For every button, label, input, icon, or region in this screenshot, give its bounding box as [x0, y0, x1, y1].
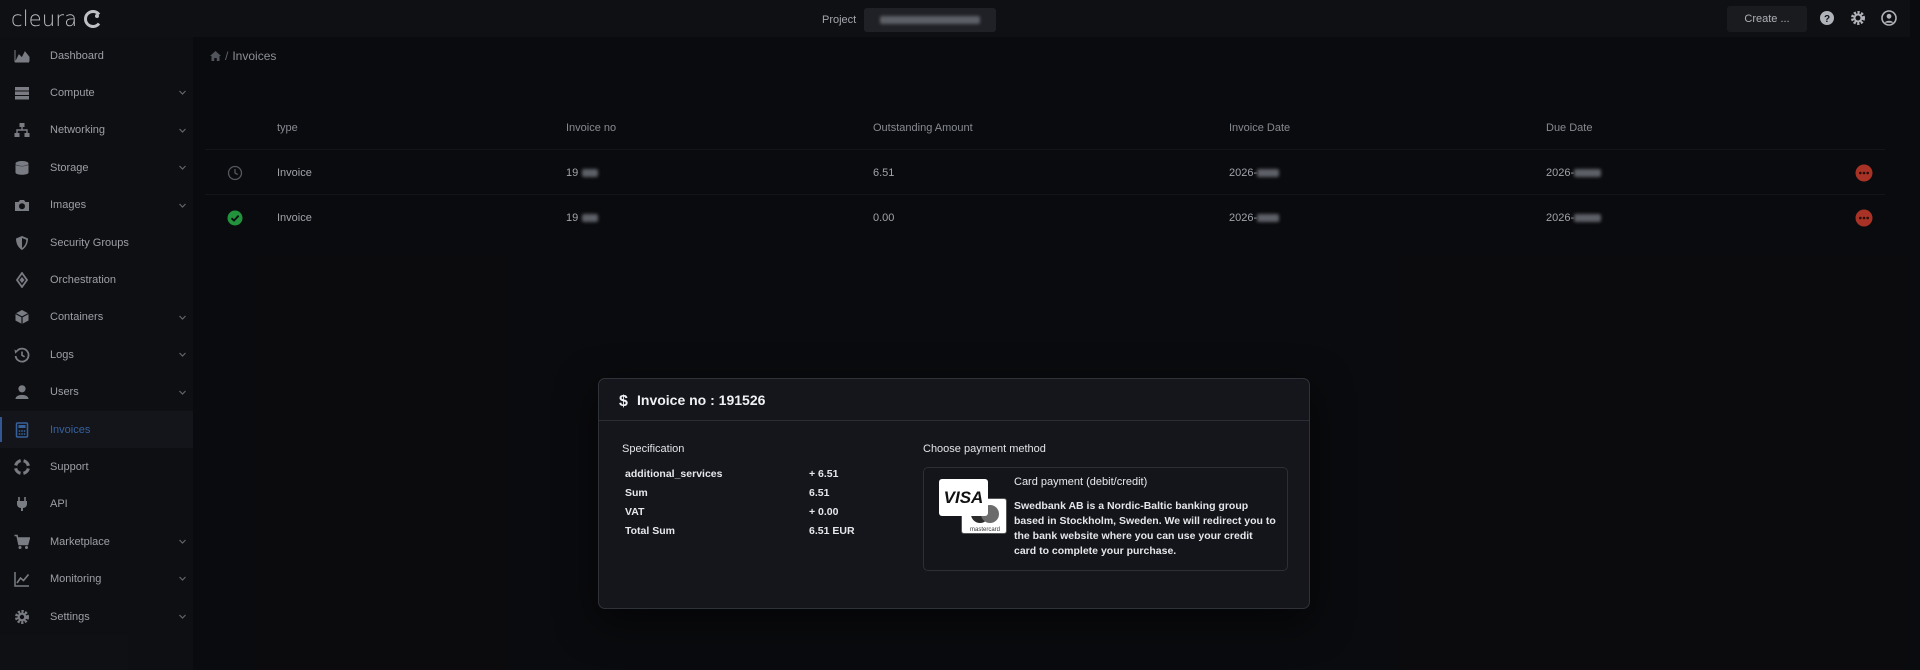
mastercard-text: mastercard: [970, 527, 1000, 533]
spec-key: additional_services: [625, 467, 723, 480]
card-payment-description: Swedbank AB is a Nordic-Baltic banking g…: [1014, 500, 1276, 557]
card-payment-title: Card payment (debit/credit): [1014, 476, 1148, 488]
modal-header: $ Invoice no : 191526: [599, 379, 1309, 421]
spec-row: Total Sum 6.51 EUR: [625, 521, 885, 540]
payment-method-title: Choose payment method: [923, 443, 1046, 455]
app-root: cleura Project Create ... ? Dashboard Co…: [0, 0, 1920, 670]
spec-value: 6.51 EUR: [809, 524, 855, 537]
spec-row: Sum 6.51: [625, 483, 885, 502]
svg-text:$: $: [619, 393, 628, 408]
visa-logo: VISA: [939, 479, 988, 516]
modal-title: Invoice no : 191526: [637, 391, 766, 408]
spec-key: Sum: [625, 486, 648, 499]
spec-key: VAT: [625, 505, 645, 518]
spec-row: additional_services + 6.51: [625, 464, 885, 483]
spec-key: Total Sum: [625, 524, 675, 537]
specification-title: Specification: [622, 443, 685, 455]
dollar-icon: $: [619, 393, 628, 408]
spec-value: + 6.51: [809, 467, 839, 480]
invoice-modal: $ Invoice no : 191526 Specification addi…: [598, 378, 1310, 609]
card-payment-option[interactable]: mastercard VISA Card payment (debit/cred…: [923, 467, 1288, 571]
spec-value: + 0.00: [809, 505, 839, 518]
spec-row: VAT + 0.00: [625, 502, 885, 521]
spec-value: 6.51: [809, 486, 830, 499]
